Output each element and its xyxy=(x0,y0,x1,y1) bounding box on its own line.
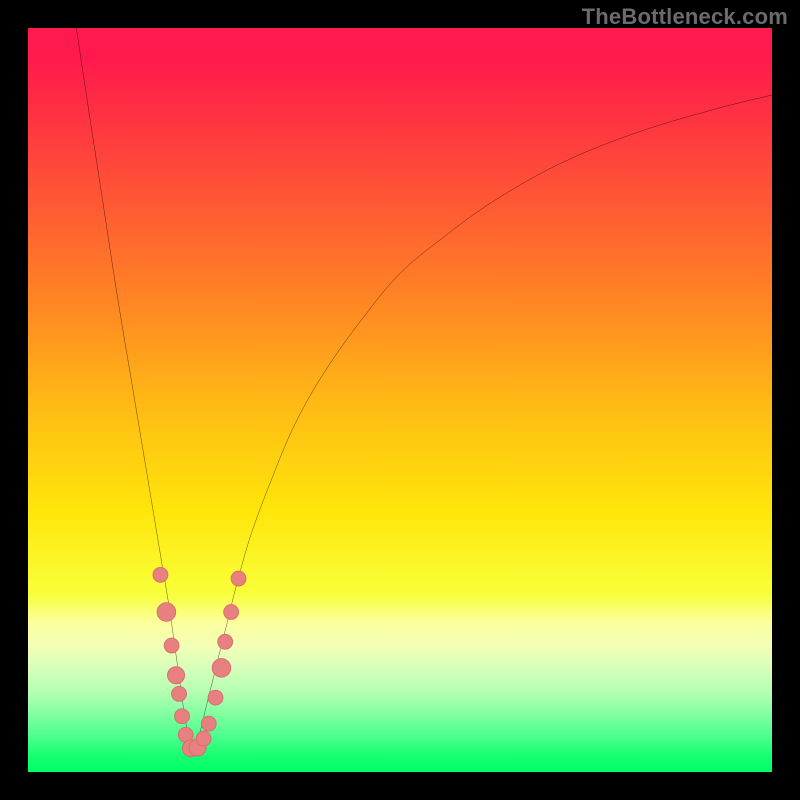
curve-marker xyxy=(231,571,246,586)
curve-marker xyxy=(175,709,190,724)
curve-marker xyxy=(172,686,187,701)
curve-marker xyxy=(157,603,176,622)
curve-marker xyxy=(168,667,185,684)
curve-marker xyxy=(201,716,216,731)
plot-area xyxy=(28,28,772,772)
curve-marker xyxy=(153,567,168,582)
outer-frame: TheBottleneck.com xyxy=(0,0,800,800)
curve-marker xyxy=(218,634,233,649)
curve-marker xyxy=(196,731,211,746)
curve-marker xyxy=(164,638,179,653)
bottleneck-curve xyxy=(76,28,772,751)
watermark-text: TheBottleneck.com xyxy=(582,4,788,30)
curve-marker xyxy=(224,605,239,620)
curve-markers xyxy=(153,567,246,756)
curve-marker xyxy=(208,690,223,705)
curve-path xyxy=(76,28,772,751)
curve-marker xyxy=(212,659,231,678)
chart-svg xyxy=(28,28,772,772)
